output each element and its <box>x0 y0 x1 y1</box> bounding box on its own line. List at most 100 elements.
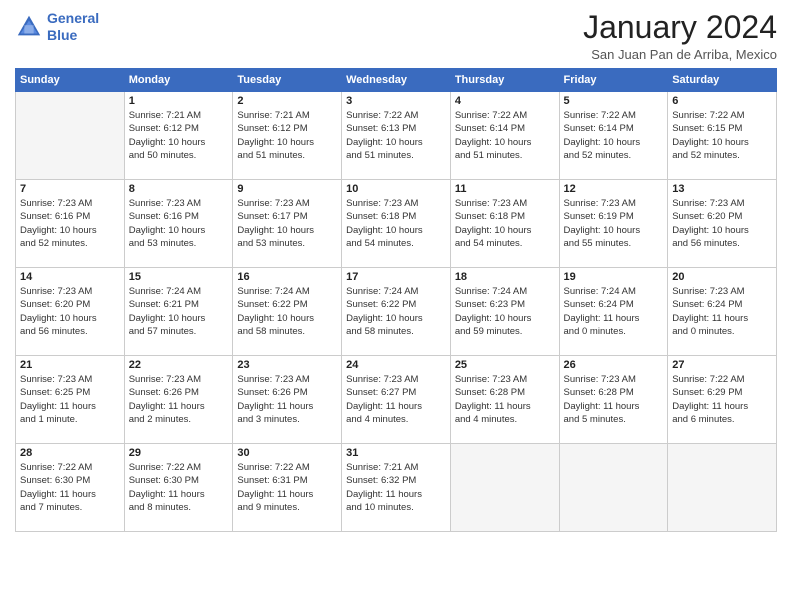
header: General Blue January 2024 San Juan Pan d… <box>15 10 777 62</box>
calendar-week-row: 28 Sunrise: 7:22 AM Sunset: 6:30 PM Dayli… <box>16 444 777 532</box>
logo-icon <box>15 13 43 41</box>
calendar-cell: 6Sunrise: 7:22 AM Sunset: 6:15 PM Daylig… <box>668 92 777 180</box>
calendar-cell: 27Sunrise: 7:22 AM Sunset: 6:29 PM Dayli… <box>668 356 777 444</box>
calendar-body: 1 Sunrise: 7:21 AM Sunset: 6:12 PM Daylig… <box>16 92 777 532</box>
calendar-cell: 28 Sunrise: 7:22 AM Sunset: 6:30 PM Dayli… <box>16 444 125 532</box>
day-number: 24 <box>346 359 446 371</box>
calendar-week-row: 21 Sunrise: 7:23 AM Sunset: 6:25 PM Dayli… <box>16 356 777 444</box>
calendar-cell: 31Sunrise: 7:21 AM Sunset: 6:32 PM Dayli… <box>342 444 451 532</box>
weekday-header: Monday <box>124 69 233 92</box>
day-info: Sunrise: 7:23 AM Sunset: 6:27 PM Dayligh… <box>346 373 446 426</box>
day-info: Sunrise: 7:24 AM Sunset: 6:22 PM Dayligh… <box>237 285 337 338</box>
day-info: Sunrise: 7:23 AM Sunset: 6:17 PM Dayligh… <box>237 197 337 250</box>
logo-text: General Blue <box>47 10 99 44</box>
day-number: 3 <box>346 95 446 107</box>
weekday-header: Sunday <box>16 69 125 92</box>
calendar-cell: 18 Sunrise: 7:24 AM Sunset: 6:23 PM Dayli… <box>450 268 559 356</box>
day-number: 10 <box>346 183 446 195</box>
day-info: Sunrise: 7:23 AM Sunset: 6:18 PM Dayligh… <box>455 197 555 250</box>
day-info: Sunrise: 7:23 AM Sunset: 6:20 PM Dayligh… <box>672 197 772 250</box>
day-number: 2 <box>237 95 337 107</box>
weekday-header: Wednesday <box>342 69 451 92</box>
calendar-cell: 30Sunrise: 7:22 AM Sunset: 6:31 PM Dayli… <box>233 444 342 532</box>
day-info: Sunrise: 7:24 AM Sunset: 6:21 PM Dayligh… <box>129 285 229 338</box>
calendar-cell: 29Sunrise: 7:22 AM Sunset: 6:30 PM Dayli… <box>124 444 233 532</box>
day-info: Sunrise: 7:22 AM Sunset: 6:30 PM Dayligh… <box>129 461 229 514</box>
weekday-header: Friday <box>559 69 668 92</box>
day-number: 5 <box>564 95 664 107</box>
day-info: Sunrise: 7:21 AM Sunset: 6:32 PM Dayligh… <box>346 461 446 514</box>
day-info: Sunrise: 7:22 AM Sunset: 6:13 PM Dayligh… <box>346 109 446 162</box>
calendar-cell: 23Sunrise: 7:23 AM Sunset: 6:26 PM Dayli… <box>233 356 342 444</box>
day-number: 1 <box>129 95 229 107</box>
day-info: Sunrise: 7:23 AM Sunset: 6:28 PM Dayligh… <box>564 373 664 426</box>
day-number: 8 <box>129 183 229 195</box>
calendar-cell: 9 Sunrise: 7:23 AM Sunset: 6:17 PM Daylig… <box>233 180 342 268</box>
day-info: Sunrise: 7:23 AM Sunset: 6:16 PM Dayligh… <box>20 197 120 250</box>
day-number: 20 <box>672 271 772 283</box>
calendar-cell <box>16 92 125 180</box>
day-info: Sunrise: 7:22 AM Sunset: 6:14 PM Dayligh… <box>455 109 555 162</box>
day-number: 7 <box>20 183 120 195</box>
calendar-week-row: 1 Sunrise: 7:21 AM Sunset: 6:12 PM Daylig… <box>16 92 777 180</box>
calendar-cell <box>559 444 668 532</box>
day-info: Sunrise: 7:22 AM Sunset: 6:30 PM Dayligh… <box>20 461 120 514</box>
day-info: Sunrise: 7:24 AM Sunset: 6:22 PM Dayligh… <box>346 285 446 338</box>
calendar-week-row: 14 Sunrise: 7:23 AM Sunset: 6:20 PM Dayli… <box>16 268 777 356</box>
calendar-cell: 14 Sunrise: 7:23 AM Sunset: 6:20 PM Dayli… <box>16 268 125 356</box>
day-number: 28 <box>20 447 120 459</box>
day-number: 18 <box>455 271 555 283</box>
calendar-cell: 19 Sunrise: 7:24 AM Sunset: 6:24 PM Dayli… <box>559 268 668 356</box>
calendar-cell: 17 Sunrise: 7:24 AM Sunset: 6:22 PM Dayli… <box>342 268 451 356</box>
day-number: 11 <box>455 183 555 195</box>
weekday-header: Thursday <box>450 69 559 92</box>
day-number: 19 <box>564 271 664 283</box>
calendar-cell: 21 Sunrise: 7:23 AM Sunset: 6:25 PM Dayli… <box>16 356 125 444</box>
location: San Juan Pan de Arriba, Mexico <box>583 47 777 62</box>
day-info: Sunrise: 7:23 AM Sunset: 6:18 PM Dayligh… <box>346 197 446 250</box>
calendar-cell: 15 Sunrise: 7:24 AM Sunset: 6:21 PM Dayli… <box>124 268 233 356</box>
calendar-cell: 1Sunrise: 7:21 AM Sunset: 6:12 PM Daylig… <box>124 92 233 180</box>
day-number: 15 <box>129 271 229 283</box>
calendar-cell: 16Sunrise: 7:24 AM Sunset: 6:22 PM Dayli… <box>233 268 342 356</box>
day-info: Sunrise: 7:24 AM Sunset: 6:24 PM Dayligh… <box>564 285 664 338</box>
day-info: Sunrise: 7:23 AM Sunset: 6:20 PM Dayligh… <box>20 285 120 338</box>
day-info: Sunrise: 7:23 AM Sunset: 6:19 PM Dayligh… <box>564 197 664 250</box>
day-info: Sunrise: 7:23 AM Sunset: 6:25 PM Dayligh… <box>20 373 120 426</box>
day-number: 9 <box>237 183 337 195</box>
day-info: Sunrise: 7:24 AM Sunset: 6:23 PM Dayligh… <box>455 285 555 338</box>
day-number: 21 <box>20 359 120 371</box>
calendar-cell: 11 Sunrise: 7:23 AM Sunset: 6:18 PM Dayli… <box>450 180 559 268</box>
calendar-cell: 8Sunrise: 7:23 AM Sunset: 6:16 PM Daylig… <box>124 180 233 268</box>
calendar-cell: 26 Sunrise: 7:23 AM Sunset: 6:28 PM Dayli… <box>559 356 668 444</box>
calendar-cell: 10 Sunrise: 7:23 AM Sunset: 6:18 PM Dayli… <box>342 180 451 268</box>
weekday-row: SundayMondayTuesdayWednesdayThursdayFrid… <box>16 69 777 92</box>
calendar-cell: 5 Sunrise: 7:22 AM Sunset: 6:14 PM Daylig… <box>559 92 668 180</box>
day-info: Sunrise: 7:22 AM Sunset: 6:15 PM Dayligh… <box>672 109 772 162</box>
calendar-cell <box>668 444 777 532</box>
calendar: SundayMondayTuesdayWednesdayThursdayFrid… <box>15 68 777 532</box>
day-number: 12 <box>564 183 664 195</box>
logo: General Blue <box>15 10 99 44</box>
day-number: 26 <box>564 359 664 371</box>
day-info: Sunrise: 7:23 AM Sunset: 6:26 PM Dayligh… <box>129 373 229 426</box>
month-title: January 2024 <box>583 10 777 45</box>
day-info: Sunrise: 7:21 AM Sunset: 6:12 PM Dayligh… <box>237 109 337 162</box>
day-info: Sunrise: 7:23 AM Sunset: 6:24 PM Dayligh… <box>672 285 772 338</box>
weekday-header: Tuesday <box>233 69 342 92</box>
calendar-cell: 3 Sunrise: 7:22 AM Sunset: 6:13 PM Daylig… <box>342 92 451 180</box>
day-number: 25 <box>455 359 555 371</box>
calendar-cell: 25Sunrise: 7:23 AM Sunset: 6:28 PM Dayli… <box>450 356 559 444</box>
day-number: 17 <box>346 271 446 283</box>
weekday-header: Saturday <box>668 69 777 92</box>
day-number: 30 <box>237 447 337 459</box>
calendar-header: SundayMondayTuesdayWednesdayThursdayFrid… <box>16 69 777 92</box>
calendar-cell: 12 Sunrise: 7:23 AM Sunset: 6:19 PM Dayli… <box>559 180 668 268</box>
day-number: 13 <box>672 183 772 195</box>
page: General Blue January 2024 San Juan Pan d… <box>0 0 792 612</box>
calendar-cell: 7 Sunrise: 7:23 AM Sunset: 6:16 PM Daylig… <box>16 180 125 268</box>
day-number: 14 <box>20 271 120 283</box>
day-info: Sunrise: 7:22 AM Sunset: 6:14 PM Dayligh… <box>564 109 664 162</box>
day-number: 22 <box>129 359 229 371</box>
calendar-cell: 13 Sunrise: 7:23 AM Sunset: 6:20 PM Dayli… <box>668 180 777 268</box>
